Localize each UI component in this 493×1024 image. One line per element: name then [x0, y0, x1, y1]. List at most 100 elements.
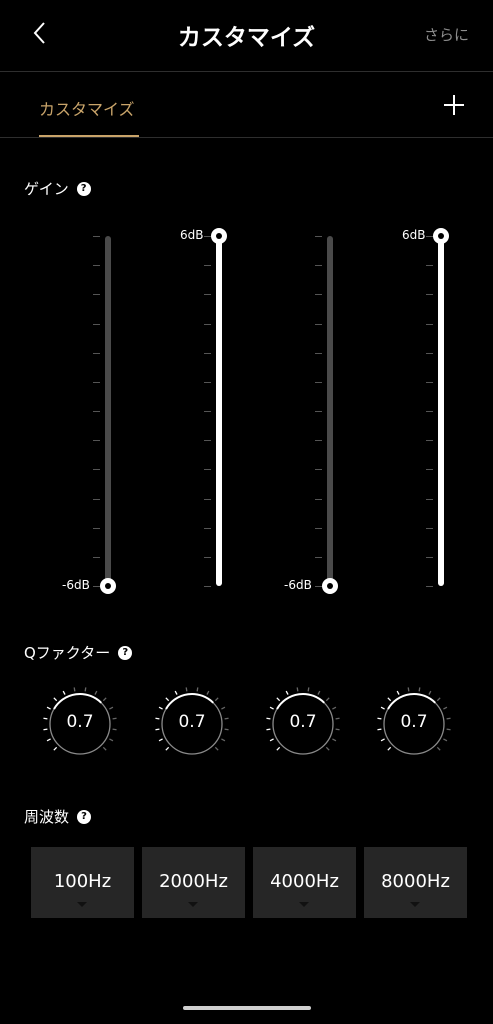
home-indicator [183, 1006, 311, 1010]
q-factor-label: Qファクター [24, 644, 111, 662]
gain-scale-tick [204, 469, 211, 471]
dropdown-arrow-icon [299, 902, 309, 907]
gain-scale-tick [315, 586, 322, 587]
gain-scale-tick [426, 586, 433, 587]
gain-scale-tick [315, 236, 322, 237]
gain-scale-tick [426, 294, 433, 296]
gain-scale-tick [315, 440, 322, 442]
q-factor-dial[interactable]: 0.7 [40, 684, 120, 764]
gain-scale-tick [93, 586, 100, 587]
gain-scale-tick [426, 352, 433, 354]
gain-value-label: -6dB [284, 578, 312, 592]
gain-scale-tick [315, 323, 322, 325]
frequency-section-label: 周波数 ? [24, 806, 92, 827]
gain-scale-tick [315, 527, 322, 529]
gain-scale-tick [204, 440, 211, 442]
dropdown-arrow-icon [188, 902, 198, 907]
tab-customize[interactable]: カスタマイズ [39, 96, 135, 120]
gain-scale-tick [93, 411, 100, 412]
gain-scale-tick [204, 527, 211, 529]
q-factor-help-icon[interactable]: ? [118, 645, 133, 660]
gain-slider-knob[interactable] [211, 228, 227, 244]
gain-scale-tick [204, 556, 211, 558]
gain-scale-tick [93, 498, 100, 500]
gain-scale-tick [204, 586, 211, 587]
gain-slider-track[interactable] [105, 236, 111, 586]
gain-scale-tick [426, 236, 433, 237]
gain-scale-tick [204, 323, 211, 325]
q-factor-dial[interactable]: 0.7 [263, 684, 343, 764]
frequency-select-1[interactable]: 100Hz [31, 847, 134, 918]
dropdown-arrow-icon [410, 902, 420, 907]
gain-help-icon[interactable]: ? [76, 181, 91, 196]
gain-slider-knob[interactable] [322, 578, 338, 594]
gain-scale-tick [93, 352, 100, 354]
gain-scale-tick [204, 265, 211, 267]
q-factor-section-label: Qファクター ? [24, 642, 133, 663]
gain-scale-tick [426, 381, 433, 383]
gain-scale-tick [204, 236, 211, 237]
gain-scale-tick [93, 294, 100, 296]
gain-scale-tick [93, 440, 100, 442]
gain-scale-tick [426, 323, 433, 325]
gain-scale-tick [315, 498, 322, 500]
frequency-label: 周波数 [24, 808, 70, 826]
gain-scale-tick [426, 469, 433, 471]
gain-scale-tick [93, 527, 100, 529]
gain-value-label: -6dB [62, 578, 90, 592]
gain-scale-tick [426, 411, 433, 412]
gain-scale-tick [315, 556, 322, 558]
gain-section-label: ゲイン ? [24, 178, 91, 199]
gain-scale-tick [204, 411, 211, 412]
gain-scale-tick [93, 469, 100, 471]
q-factor-value: 0.7 [400, 712, 428, 732]
gain-slider-knob[interactable] [433, 228, 449, 244]
frequency-select-4[interactable]: 8000Hz [364, 847, 467, 918]
frequency-select-3[interactable]: 4000Hz [253, 847, 356, 918]
gain-scale-tick [426, 265, 433, 267]
gain-slider-knob[interactable] [100, 578, 116, 594]
gain-scale-tick [426, 498, 433, 500]
gain-scale-tick [315, 469, 322, 471]
gain-scale-tick [426, 527, 433, 529]
gain-scale-tick [204, 498, 211, 500]
gain-label: ゲイン [24, 180, 69, 198]
q-factor-dial[interactable]: 0.7 [374, 684, 454, 764]
frequency-value: 8000Hz [381, 871, 450, 892]
q-factor-value: 0.7 [178, 712, 206, 732]
gain-slider-fill [438, 236, 444, 586]
gain-scale-tick [315, 265, 322, 267]
page-title: カスタマイズ [177, 25, 316, 51]
gain-scale-tick [315, 294, 322, 296]
gain-scale-tick [315, 411, 322, 412]
top-bar: カスタマイズ さらに [0, 0, 493, 72]
gain-scale-tick [93, 236, 100, 237]
gain-scale-tick [315, 381, 322, 383]
plus-icon [444, 95, 464, 115]
more-button[interactable]: さらに [424, 24, 469, 45]
gain-scale-tick [93, 556, 100, 558]
q-factor-dial[interactable]: 0.7 [152, 684, 232, 764]
gain-scale-tick [315, 352, 322, 354]
gain-value-label: 6dB [180, 228, 204, 242]
q-factor-value: 0.7 [289, 712, 317, 732]
frequency-value: 4000Hz [270, 871, 339, 892]
gain-scale-tick [204, 352, 211, 354]
gain-scale-tick [204, 381, 211, 383]
frequency-value: 2000Hz [159, 871, 228, 892]
gain-scale-tick [93, 381, 100, 383]
frequency-select-2[interactable]: 2000Hz [142, 847, 245, 918]
add-preset-button[interactable] [443, 94, 465, 116]
frequency-value: 100Hz [53, 871, 112, 892]
gain-scale-tick [426, 556, 433, 558]
tab-active-indicator [39, 135, 139, 137]
gain-slider-track[interactable] [327, 236, 333, 586]
gain-scale-tick [426, 440, 433, 442]
gain-value-label: 6dB [402, 228, 426, 242]
gain-sliders: -6dB 6dB -6dB 6dB [0, 220, 493, 605]
q-factor-value: 0.7 [66, 712, 94, 732]
gain-slider-fill [216, 236, 222, 586]
frequency-help-icon[interactable]: ? [77, 809, 92, 824]
gain-scale-tick [93, 265, 100, 267]
gain-scale-tick [204, 294, 211, 296]
